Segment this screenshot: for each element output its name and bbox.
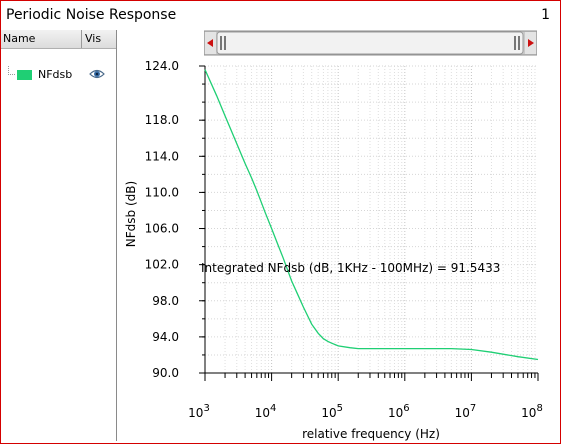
legend-item-label: NFdsb [38, 68, 73, 81]
y-tick-label: 106.0 [145, 222, 179, 236]
y-tick-label: 90.0 [152, 366, 179, 380]
legend-column-name[interactable]: Name [3, 32, 35, 45]
trace-color-swatch [17, 70, 32, 80]
legend-header: Name Vis [1, 30, 116, 49]
x-tick-label: 106 [388, 403, 410, 420]
plot-background [205, 66, 538, 373]
y-tick-label: 118.0 [145, 113, 179, 127]
x-tick-label: 105 [321, 403, 343, 420]
x-tick-label: 108 [521, 403, 543, 420]
x-tick-base: 10 [188, 406, 203, 420]
x-axis-label: relative frequency (Hz) [302, 427, 440, 441]
y-tick-label: 124.0 [145, 59, 179, 73]
y-axis-label: NFdsb (dB) [124, 181, 138, 247]
grid [204, 65, 538, 374]
y-tick-label: 102.0 [145, 258, 179, 272]
x-range-scrollbar[interactable] [204, 30, 537, 56]
y-tick-label: 94.0 [152, 330, 179, 344]
scroll-thumb[interactable] [216, 31, 524, 55]
chart-area[interactable]: 90.0 94.0 98.0 102.0 106.0 110.0 114.0 118.0 124… [117, 57, 557, 441]
y-tick-label: 98.0 [152, 294, 179, 308]
column-separator[interactable] [81, 30, 82, 48]
scroll-right-arrow[interactable] [525, 32, 536, 54]
subwindow-number: 1 [541, 7, 550, 23]
x-tick-base: 10 [255, 406, 270, 420]
y-tick-label: 114.0 [145, 149, 179, 163]
integrated-noise-annotation: Integrated NFdsb (dB, 1KHz - 100MHz) = 9… [201, 261, 500, 275]
eye-icon[interactable] [89, 68, 105, 80]
plot-window: Periodic Noise Response 1 Name Vis NFdsb [0, 0, 561, 444]
x-tick-exponent: 6 [403, 403, 409, 414]
scroll-left-arrow[interactable] [205, 32, 216, 54]
x-tick-label: 107 [455, 403, 477, 420]
x-tick-label: 104 [255, 403, 277, 420]
x-tick-base: 10 [521, 406, 536, 420]
legend-panel: Name Vis NFdsb [1, 30, 117, 441]
x-tick-exponent: 7 [470, 403, 476, 414]
x-tick-base: 10 [321, 406, 336, 420]
x-tick-exponent: 4 [270, 403, 276, 414]
x-tick-base: 10 [388, 406, 403, 420]
window-title: Periodic Noise Response [6, 7, 177, 23]
y-tick-label: 110.0 [145, 185, 179, 199]
x-tick-base: 10 [455, 406, 470, 420]
legend-item-nfdsb[interactable]: NFdsb [1, 66, 116, 84]
legend-column-vis[interactable]: Vis [85, 32, 101, 45]
x-tick-label: 103 [188, 403, 210, 420]
x-tick-exponent: 5 [337, 403, 343, 414]
x-tick-exponent: 3 [203, 403, 209, 414]
tree-connector [8, 66, 15, 75]
x-tick-exponent: 8 [536, 403, 542, 414]
